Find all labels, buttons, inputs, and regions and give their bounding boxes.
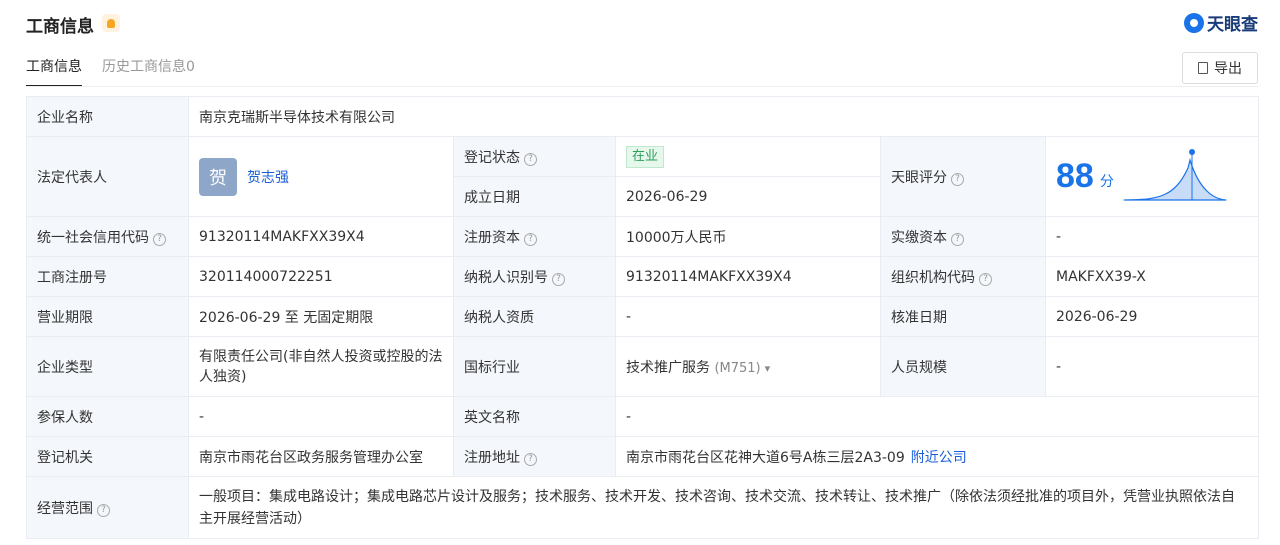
field-label: 参保人数 bbox=[26, 396, 189, 437]
reg-address-label-cell: 注册地址? bbox=[453, 436, 616, 477]
industry-value: 技术推广服务 bbox=[626, 359, 710, 376]
status-badge: 在业 bbox=[626, 145, 665, 168]
page-title: 工商信息 bbox=[26, 17, 94, 37]
tabs-divider bbox=[26, 86, 1258, 87]
org-code-value: MAKFXX39-X bbox=[1044, 256, 1260, 297]
field-label: 人员规模 bbox=[880, 336, 1046, 397]
field-label: 实缴资本 bbox=[891, 229, 947, 246]
table-row: 参保人数 - 英文名称 - bbox=[26, 396, 1260, 437]
help-icon[interactable]: ? bbox=[951, 232, 964, 246]
staff-size-value: - bbox=[1044, 336, 1260, 397]
field-label: 统一社会信用代码 bbox=[37, 229, 149, 246]
field-label: 经营范围 bbox=[37, 500, 93, 517]
tab-bar: 工商信息 历史工商信息0 bbox=[26, 56, 195, 87]
credit-code-label-cell: 统一社会信用代码? bbox=[26, 216, 189, 257]
score-unit: 分 bbox=[1099, 173, 1114, 190]
business-scope-value: 一般项目：集成电路设计；集成电路芯片设计及服务；技术服务、技术开发、技术咨询、技… bbox=[187, 476, 1260, 539]
export-icon bbox=[1198, 62, 1208, 74]
reg-capital-label-cell: 注册资本? bbox=[453, 216, 616, 257]
company-name-value: 南京克瑞斯半导体技术有限公司 bbox=[187, 96, 1260, 137]
score-curve-icon bbox=[1121, 148, 1228, 201]
help-icon[interactable]: ? bbox=[951, 172, 964, 186]
industry-cell[interactable]: 技术推广服务 (M751) ▾ bbox=[615, 336, 881, 397]
scope-label-cell: 经营范围? bbox=[26, 476, 189, 539]
english-name-value: - bbox=[614, 396, 1260, 437]
help-icon[interactable]: ? bbox=[524, 232, 537, 246]
field-label: 注册资本 bbox=[464, 229, 520, 246]
reg-number-value: 320114000722251 bbox=[188, 256, 454, 297]
found-date-value: 2026-06-29 bbox=[615, 176, 881, 217]
field-label: 天眼评分 bbox=[891, 169, 947, 186]
tianyancha-logo-icon bbox=[1184, 12, 1204, 33]
approval-date-value: 2026-06-29 bbox=[1044, 296, 1260, 337]
reg-status-cell: 在业 bbox=[615, 136, 881, 177]
avatar[interactable]: 贺 bbox=[199, 157, 237, 196]
industry-code: (M751) bbox=[714, 360, 761, 376]
tab-history-info[interactable]: 历史工商信息0 bbox=[102, 56, 195, 87]
chevron-down-icon[interactable]: ▾ bbox=[765, 362, 771, 375]
field-label: 纳税人识别号 bbox=[464, 269, 548, 286]
field-label: 注册地址 bbox=[464, 449, 520, 466]
reg-address-cell: 南京市雨花台区花神大道6号A栋三层2A3-09 附近公司 bbox=[614, 436, 1260, 477]
field-label: 国标行业 bbox=[453, 336, 616, 397]
taxpayer-qual-value: - bbox=[615, 296, 881, 337]
score-cell[interactable]: 88 分 bbox=[1044, 136, 1260, 217]
table-row: 营业期限 2026-06-29 至 无固定期限 纳税人资质 - 核准日期 202… bbox=[26, 296, 1260, 337]
reg-address-value: 南京市雨花台区花神大道6号A栋三层2A3-09 bbox=[626, 449, 905, 466]
help-icon[interactable]: ? bbox=[979, 272, 992, 286]
insured-count-value: - bbox=[188, 396, 454, 437]
logo-text: 天眼查 bbox=[1207, 15, 1258, 35]
field-label: 企业类型 bbox=[26, 336, 189, 397]
paid-capital-value: - bbox=[1044, 216, 1260, 257]
export-button[interactable]: 导出 bbox=[1182, 52, 1258, 84]
help-icon[interactable]: ? bbox=[153, 232, 166, 246]
reg-authority-value: 南京市雨花台区政务服务管理办公室 bbox=[188, 436, 454, 477]
help-icon[interactable]: ? bbox=[524, 452, 537, 466]
taxpayer-id-label-cell: 纳税人识别号? bbox=[453, 256, 616, 297]
taxpayer-id-value: 91320114MAKFXX39X4 bbox=[615, 256, 881, 297]
business-info-table: 企业名称 南京克瑞斯半导体技术有限公司 法定代表人 贺 贺志强 登记状态? 在业… bbox=[26, 96, 1260, 539]
tab-business-info[interactable]: 工商信息 bbox=[26, 56, 82, 87]
table-row: 登记机关 南京市雨花台区政务服务管理办公室 注册地址? 南京市雨花台区花神大道6… bbox=[26, 436, 1260, 477]
table-row: 企业类型 有限责任公司(非自然人投资或控股的法人独资) 国标行业 技术推广服务 … bbox=[26, 336, 1260, 397]
tianyancha-logo: 天眼查 bbox=[1184, 10, 1258, 35]
field-label: 组织机构代码 bbox=[891, 269, 975, 286]
table-row: 企业名称 南京克瑞斯半导体技术有限公司 bbox=[26, 96, 1260, 137]
table-row: 法定代表人 贺 贺志强 登记状态? 在业 天眼评分? 88 分 bbox=[26, 136, 1260, 217]
bell-icon[interactable] bbox=[102, 14, 120, 32]
reg-capital-value: 10000万人民币 bbox=[615, 216, 881, 257]
reg-status-label-cell: 登记状态? bbox=[453, 136, 616, 177]
export-label: 导出 bbox=[1214, 61, 1242, 77]
field-label: 法定代表人 bbox=[26, 136, 189, 217]
org-code-label-cell: 组织机构代码? bbox=[880, 256, 1046, 297]
business-term-value: 2026-06-29 至 无固定期限 bbox=[188, 296, 454, 337]
table-row: 经营范围? 一般项目：集成电路设计；集成电路芯片设计及服务；技术服务、技术开发、… bbox=[26, 476, 1260, 539]
field-label: 登记状态 bbox=[464, 149, 520, 166]
field-label: 英文名称 bbox=[453, 396, 616, 437]
field-label: 营业期限 bbox=[26, 296, 189, 337]
field-label: 工商注册号 bbox=[26, 256, 189, 297]
help-icon[interactable]: ? bbox=[552, 272, 565, 286]
field-label: 登记机关 bbox=[26, 436, 189, 477]
field-label: 纳税人资质 bbox=[453, 296, 616, 337]
table-row: 工商注册号 320114000722251 纳税人识别号? 91320114MA… bbox=[26, 256, 1260, 297]
paid-capital-label-cell: 实缴资本? bbox=[880, 216, 1046, 257]
field-label: 成立日期 bbox=[453, 176, 616, 217]
score-label-cell: 天眼评分? bbox=[880, 136, 1046, 217]
help-icon[interactable]: ? bbox=[524, 152, 537, 166]
help-icon[interactable]: ? bbox=[97, 503, 110, 517]
legal-rep-name-link[interactable]: 贺志强 bbox=[247, 167, 289, 187]
score-value: 88 bbox=[1056, 157, 1094, 195]
credit-code-value: 91320114MAKFXX39X4 bbox=[188, 216, 454, 257]
company-type-value: 有限责任公司(非自然人投资或控股的法人独资) bbox=[188, 336, 454, 397]
table-row: 统一社会信用代码? 91320114MAKFXX39X4 注册资本? 10000… bbox=[26, 216, 1260, 257]
field-label: 核准日期 bbox=[880, 296, 1046, 337]
nearby-companies-link[interactable]: 附近公司 bbox=[911, 450, 967, 466]
field-label: 企业名称 bbox=[26, 96, 189, 137]
legal-rep-cell: 贺 贺志强 bbox=[188, 136, 454, 217]
